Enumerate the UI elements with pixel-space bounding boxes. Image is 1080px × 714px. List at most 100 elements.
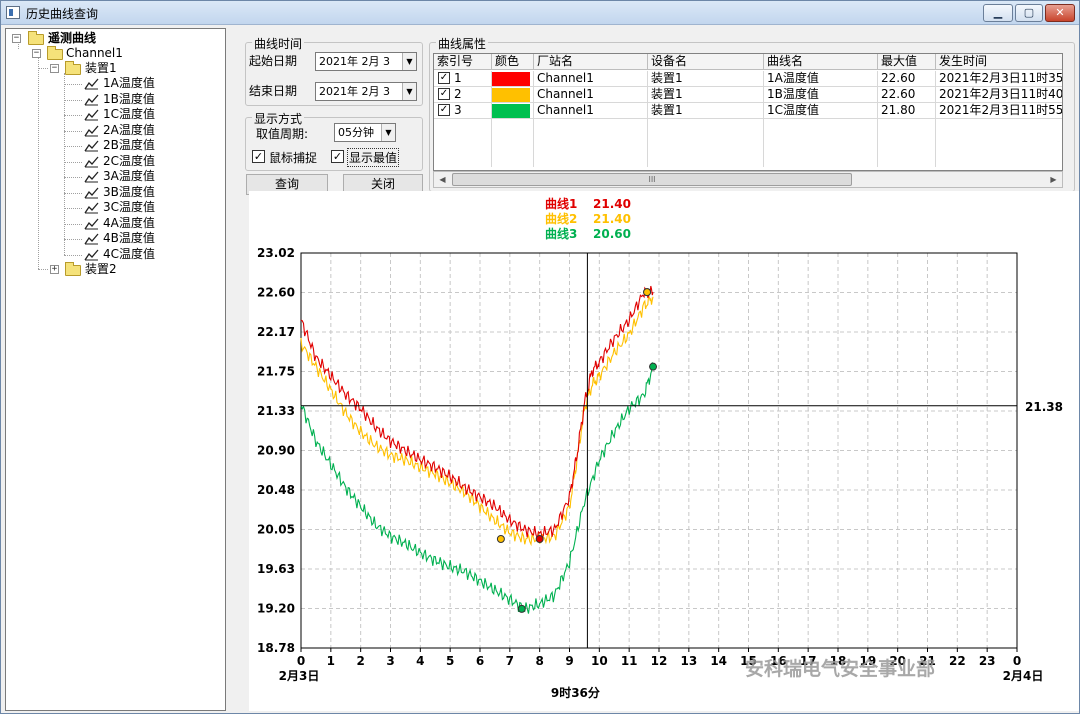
color-swatch[interactable] [492,104,530,118]
maximize-button[interactable]: ▢ [1015,4,1043,22]
collapse-icon[interactable]: − [12,34,21,43]
mouse-capture-checkbox[interactable]: ✓ [252,150,265,163]
tree-item-label: 2A温度值 [103,122,155,137]
mouse-capture-label: 鼠标捕捉 [269,151,318,165]
tree-item-label: 2B温度值 [103,138,155,152]
scroll-left-icon[interactable]: ◀ [434,172,451,187]
chevron-down-icon[interactable]: ▼ [402,83,416,100]
x-tick-label: 12 [651,654,668,668]
x-tick-label: 9 [565,654,573,668]
grid-empty-cell [648,151,764,167]
collapse-icon[interactable]: − [50,64,59,73]
minimize-button[interactable]: ▁ [983,4,1013,22]
chevron-down-icon[interactable]: ▼ [381,124,395,141]
cursor-time-label: 9时36分 [551,685,600,700]
y-tick-label: 21.75 [257,365,295,379]
grid-empty-cell [648,119,764,135]
folder-open-icon [47,46,63,60]
grid-cell-curve: 1B温度值 [764,87,878,103]
grid-cell-station: Channel1 [534,87,648,103]
start-date-picker[interactable]: 2021年 2月 3 ▼ [315,52,417,71]
end-date-picker[interactable]: 2021年 2月 3 ▼ [315,82,417,101]
period-select[interactable]: 05分钟 ▼ [334,123,396,142]
x-tick-label: 8 [535,654,543,668]
curve-properties-grid[interactable]: 索引号 颜色 厂站名 设备名 曲线名 最大值 发生时间 ✓ 1 Channel1 装置1 1A温度值… [433,53,1063,171]
y-tick-label: 21.33 [257,404,295,418]
x-tick-label: 23 [979,654,996,668]
history-chart[interactable]: 23.02 22.60 22.17 21.75 21.33 20.90 20.48 20.05… [249,191,1079,711]
show-extremes-checkbox[interactable]: ✓ [331,150,344,163]
series-max-marker-2 [643,288,652,297]
grid-cell-color [492,71,534,87]
readout-label: 曲线2 [545,211,577,226]
line-chart-icon [84,78,99,90]
readout-value: 20.60 [593,227,631,241]
x-tick-label: 10 [591,654,608,668]
y-tick-label: 20.48 [257,483,295,497]
grid-row[interactable]: ✓ 1 Channel1 装置1 1A温度值 22.60 2021年2月3日11时35 [434,71,1062,87]
chevron-down-icon[interactable]: ▼ [402,53,416,70]
x-end-date-label: 2月4日 [1003,669,1044,683]
grid-empty-cell [434,151,492,167]
grid-column-header[interactable]: 颜色 [492,54,534,70]
series-line-1 [300,285,654,541]
grid-cell-time: 2021年2月3日11时40 [936,87,1062,103]
y-tick-label: 20.05 [257,523,295,537]
line-chart-icon [84,140,99,152]
end-date-label: 结束日期 [249,84,298,98]
line-chart-icon [84,125,99,136]
y-tick-label: 20.90 [257,444,295,458]
readout-value: 21.40 [593,197,631,211]
tree-item-label: 3B温度值 [103,184,155,199]
title-bar: 历史曲线查询 ▁ ▢ ✕ [1,1,1079,25]
x-tick-label: 5 [446,654,454,668]
scroll-right-icon[interactable]: ▶ [1045,172,1062,187]
grid-cell-curve: 1A温度值 [764,71,878,87]
grid-cell-color [492,87,534,103]
color-swatch[interactable] [492,88,530,102]
grid-row[interactable]: ✓ 2 Channel1 装置1 1B温度值 22.60 2021年2月3日11时40 [434,87,1062,103]
x-tick-label: 13 [680,654,697,668]
tree-root-label: 遥测曲线 [48,31,97,45]
grid-cell-index: ✓ 1 [434,71,492,87]
tree-item-label: 4C温度值 [103,246,156,261]
grid-column-header[interactable]: 厂站名 [534,54,648,70]
grid-cell-device: 装置1 [648,103,764,119]
y-tick-label: 18.78 [257,641,295,655]
grid-column-header[interactable]: 设备名 [648,54,764,70]
x-tick-label: 4 [416,654,424,668]
grid-horizontal-scrollbar[interactable]: ◀ III ▶ [433,171,1063,188]
grid-cell-color [492,103,534,119]
history-chart-pane[interactable]: 23.02 22.60 22.17 21.75 21.33 20.90 20.48 20.05… [249,191,1079,711]
grid-cell-max: 22.60 [878,87,936,103]
grid-cell-index: ✓ 2 [434,87,492,103]
grid-row[interactable]: ✓ 3 Channel1 装置1 1C温度值 21.80 2021年2月3日11时55 [434,103,1062,119]
grid-column-header[interactable]: 最大值 [878,54,936,70]
grid-empty-cell [492,151,534,167]
collapse-icon[interactable]: − [32,49,41,58]
grid-column-header[interactable]: 发生时间 [936,54,1062,70]
row-index-text: 3 [454,103,462,117]
tree-item-label: 2C温度值 [103,153,156,168]
grid-column-header[interactable]: 曲线名 [764,54,878,70]
color-swatch[interactable] [492,72,530,86]
x-tick-label: 2 [356,654,364,668]
x-tick-label: 11 [621,654,638,668]
expand-icon[interactable]: + [50,265,59,274]
grid-cell-station: Channel1 [534,71,648,87]
y-tick-label: 23.02 [257,246,295,260]
curve-tree[interactable]: − 遥测曲线 − Channel1 − 装置1 1A温度值 1B温度值 1C温度值 2… [5,28,226,711]
grid-column-header[interactable]: 索引号 [434,54,492,70]
row-visible-checkbox[interactable]: ✓ [438,88,450,100]
x-tick-label: 3 [386,654,394,668]
grid-empty-cell [434,135,492,151]
scroll-thumb[interactable]: III [452,173,852,186]
series-min-marker-3 [517,604,526,613]
row-visible-checkbox[interactable]: ✓ [438,104,450,116]
row-visible-checkbox[interactable]: ✓ [438,72,450,84]
grid-cell-index: ✓ 3 [434,103,492,119]
x-tick-label: 0 [1013,654,1021,668]
close-window-button[interactable]: ✕ [1045,4,1075,22]
tree-item-label: 1C温度值 [103,107,156,121]
line-chart-icon [84,156,99,167]
